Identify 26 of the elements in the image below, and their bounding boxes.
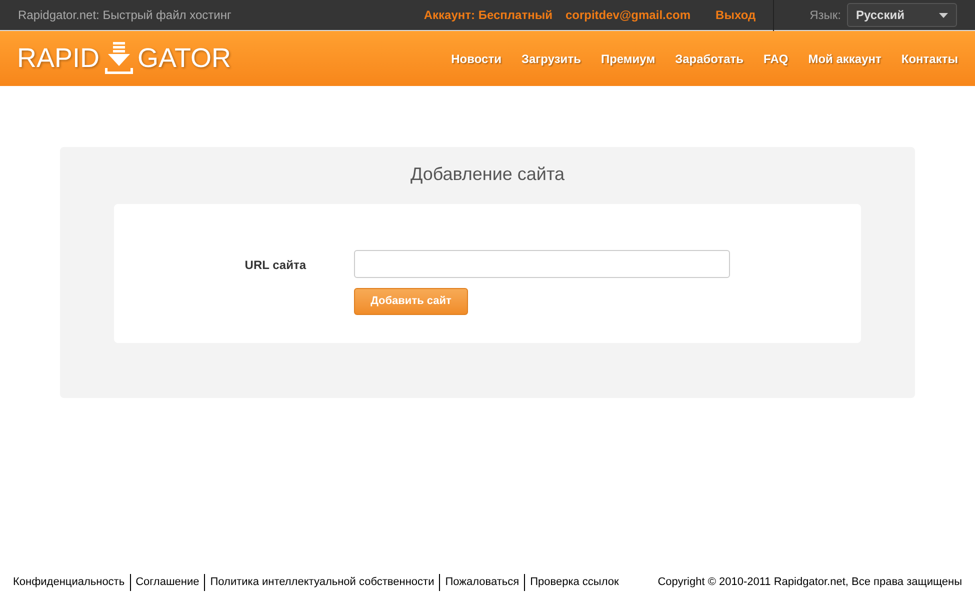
footer-link[interactable]: Проверка ссылок bbox=[524, 574, 619, 590]
nav-link[interactable]: Мой аккаунт bbox=[808, 50, 882, 68]
logo[interactable]: RAPID GATOR bbox=[17, 38, 232, 79]
language-select[interactable]: Русский bbox=[847, 3, 957, 27]
nav-link[interactable]: Заработать bbox=[675, 50, 744, 68]
footer-link[interactable]: Соглашение bbox=[130, 574, 200, 590]
add-site-button[interactable]: Добавить сайт bbox=[354, 288, 468, 315]
language-label: Язык: bbox=[810, 7, 841, 24]
url-input[interactable] bbox=[354, 250, 730, 278]
account-type: Аккаунт: Бесплатный bbox=[424, 7, 552, 24]
footer-link[interactable]: Конфиденциальность bbox=[13, 574, 125, 590]
nav-link[interactable]: Премиум bbox=[600, 50, 656, 68]
copyright: Copyright © 2010-2011 Rapidgator.net, Все права защищены bbox=[658, 575, 962, 590]
form-title: Добавление сайта bbox=[409, 163, 566, 186]
nav-link[interactable]: Контакты bbox=[901, 50, 958, 68]
caret-icon bbox=[939, 12, 948, 18]
email-link[interactable]: corpitdev@gmail.com bbox=[565, 6, 691, 24]
field-label: URL сайта bbox=[244, 257, 308, 274]
nav-link[interactable]: FAQ bbox=[764, 50, 788, 68]
nav-link[interactable]: Загрузить bbox=[521, 50, 581, 68]
footer-link[interactable]: Политика интеллектуальной собственности bbox=[204, 574, 434, 590]
nav-link[interactable]: Новости bbox=[451, 50, 502, 68]
site-title: Rapidgator.net: Быстрый файл хостинг bbox=[18, 7, 232, 24]
logout-link[interactable]: Выход bbox=[716, 6, 756, 24]
footer-link[interactable]: Пожаловаться bbox=[439, 574, 520, 590]
download-icon bbox=[104, 42, 134, 76]
